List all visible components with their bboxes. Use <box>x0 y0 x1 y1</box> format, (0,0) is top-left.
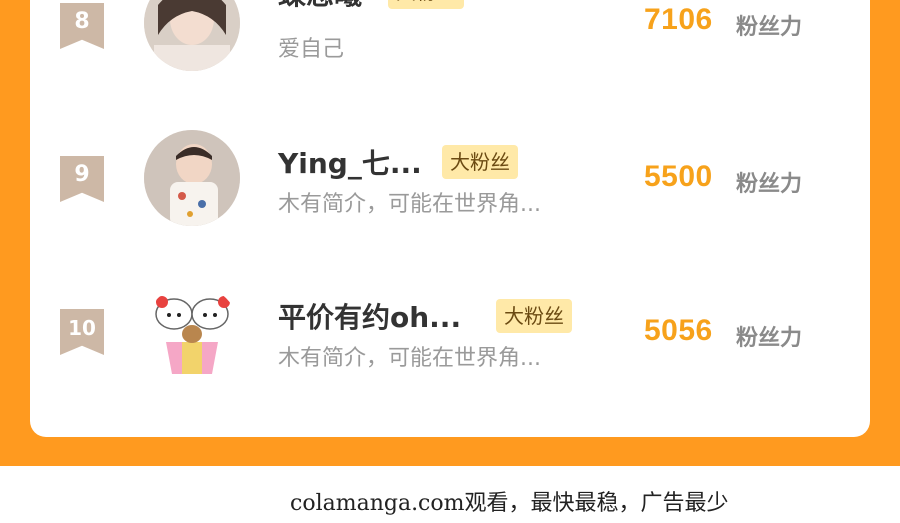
avatar-image <box>144 0 240 71</box>
fan-power-label: 粉丝力 <box>736 15 803 40</box>
fan-power-score: 5500 <box>644 160 713 193</box>
fan-level-badge: 大粉丝 <box>388 0 464 9</box>
ranking-row[interactable]: 10 平价有约oh... 大粉丝 木有简介，可能在世界角... 5056 粉丝力 <box>30 284 870 394</box>
avatar[interactable] <box>144 284 240 380</box>
user-name[interactable]: Ying_七... <box>278 142 422 182</box>
rank-flag: 9 <box>60 156 104 202</box>
fan-power-score: 5056 <box>644 314 713 347</box>
fan-power-label: 粉丝力 <box>736 172 803 197</box>
ranking-row[interactable]: 8 蝶恋曦 大粉丝 爱自己 7106 粉丝力 <box>30 0 870 85</box>
rank-flag: 10 <box>60 309 104 355</box>
avatar-image <box>144 130 240 226</box>
fan-power-label: 粉丝力 <box>736 326 803 351</box>
user-bio: 爱自己 <box>278 37 345 62</box>
rank-flag: 8 <box>60 3 104 49</box>
fan-level-badge: 大粉丝 <box>442 145 518 179</box>
fan-level-badge: 大粉丝 <box>496 299 572 333</box>
avatar[interactable] <box>144 130 240 226</box>
avatar-image <box>144 284 240 380</box>
ranking-card: 8 蝶恋曦 大粉丝 爱自己 7106 粉丝力 9 <box>30 0 870 437</box>
user-bio: 木有简介，可能在世界角... <box>278 192 541 217</box>
site-watermark: colamanga.com观看，最快最稳，广告最少 <box>290 491 729 516</box>
fan-power-score: 7106 <box>644 3 713 36</box>
user-name[interactable]: 平价有约oh... <box>278 296 461 336</box>
ranking-row[interactable]: 9 Ying_七... 大粉丝 木有简介，可能在世界角... 5500 粉丝力 <box>30 130 870 240</box>
avatar[interactable] <box>144 0 240 71</box>
user-name[interactable]: 蝶恋曦 <box>278 0 362 13</box>
user-bio: 木有简介，可能在世界角... <box>278 346 541 371</box>
